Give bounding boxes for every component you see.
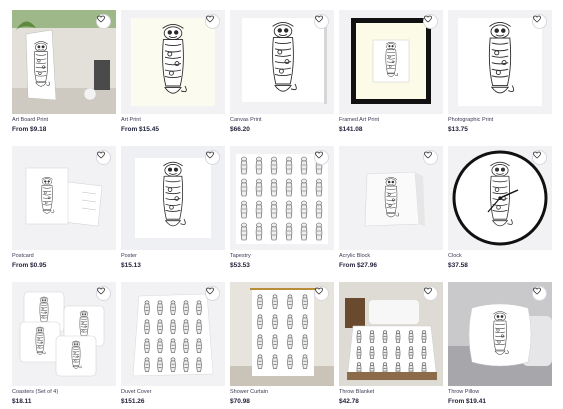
product-thumbnail[interactable]	[12, 10, 116, 114]
product-card-tapestry[interactable]: Tapestry $53.53	[230, 146, 334, 276]
product-card-duvet-cover[interactable]: Duvet Cover $151.26	[121, 282, 225, 409]
product-name[interactable]: Framed Art Print	[339, 117, 379, 123]
product-thumbnail[interactable]	[339, 10, 443, 114]
product-card-shower-curtain[interactable]: Shower Curtain $70.98	[230, 282, 334, 409]
product-name[interactable]: Coasters (Set of 4)	[12, 389, 58, 395]
product-price: $18.11	[12, 398, 32, 405]
product-price: $37.58	[448, 262, 468, 269]
favorite-heart-icon[interactable]	[314, 286, 329, 301]
product-price: $151.26	[121, 398, 145, 405]
product-price: From $27.96	[339, 262, 377, 269]
product-thumbnail[interactable]	[448, 146, 552, 250]
favorite-heart-icon[interactable]	[314, 14, 329, 29]
product-name[interactable]: Shower Curtain	[230, 389, 268, 395]
favorite-heart-icon[interactable]	[96, 150, 111, 165]
product-card-photographic-print[interactable]: Photographic Print $13.75	[448, 10, 552, 140]
product-thumbnail[interactable]	[230, 146, 334, 250]
product-price: $13.75	[448, 126, 468, 133]
product-price: From $9.18	[12, 126, 47, 133]
product-card-throw-pillow[interactable]: Throw Pillow From $19.41	[448, 282, 552, 409]
product-price: $70.98	[230, 398, 250, 405]
favorite-heart-icon[interactable]	[532, 14, 547, 29]
product-card-postcard[interactable]: Postcard From $0.95	[12, 146, 116, 276]
product-name[interactable]: Duvet Cover	[121, 389, 152, 395]
product-card-throw-blanket[interactable]: Throw Blanket $42.78	[339, 282, 443, 409]
product-thumbnail[interactable]	[12, 282, 116, 386]
product-card-canvas-print[interactable]: Canvas Print $66.20	[230, 10, 334, 140]
product-name[interactable]: Canvas Print	[230, 117, 262, 123]
favorite-heart-icon[interactable]	[423, 286, 438, 301]
favorite-heart-icon[interactable]	[96, 286, 111, 301]
favorite-heart-icon[interactable]	[423, 150, 438, 165]
product-price: $141.08	[339, 126, 363, 133]
product-name[interactable]: Acrylic Block	[339, 253, 370, 259]
product-price: $15.13	[121, 262, 141, 269]
product-card-art-board-print[interactable]: Art Board Print From $9.18	[12, 10, 116, 140]
product-thumbnail[interactable]	[339, 146, 443, 250]
product-name[interactable]: Throw Pillow	[448, 389, 479, 395]
product-price: $42.78	[339, 398, 359, 405]
favorite-heart-icon[interactable]	[314, 150, 329, 165]
product-thumbnail[interactable]	[121, 146, 225, 250]
product-thumbnail[interactable]	[121, 282, 225, 386]
product-price: From $0.95	[12, 262, 47, 269]
product-name[interactable]: Throw Blanket	[339, 389, 374, 395]
product-card-framed-art-print[interactable]: Framed Art Print $141.08	[339, 10, 443, 140]
product-price: $53.53	[230, 262, 250, 269]
product-thumbnail[interactable]	[448, 10, 552, 114]
product-thumbnail[interactable]	[448, 282, 552, 386]
product-name[interactable]: Art Print	[121, 117, 141, 123]
product-card-art-print[interactable]: Art Print From $15.45	[121, 10, 225, 140]
favorite-heart-icon[interactable]	[532, 150, 547, 165]
product-card-poster[interactable]: Poster $15.13	[121, 146, 225, 276]
favorite-heart-icon[interactable]	[96, 14, 111, 29]
product-card-acrylic-block[interactable]: Acrylic Block From $27.96	[339, 146, 443, 276]
product-name[interactable]: Tapestry	[230, 253, 251, 259]
product-thumbnail[interactable]	[230, 282, 334, 386]
product-card-clock[interactable]: Clock $37.58	[448, 146, 552, 276]
product-price: $66.20	[230, 126, 250, 133]
product-card-coasters[interactable]: Coasters (Set of 4) $18.11	[12, 282, 116, 409]
product-thumbnail[interactable]	[121, 10, 225, 114]
product-thumbnail[interactable]	[339, 282, 443, 386]
product-name[interactable]: Art Board Print	[12, 117, 48, 123]
favorite-heart-icon[interactable]	[205, 286, 220, 301]
product-name[interactable]: Poster	[121, 253, 137, 259]
product-name[interactable]: Clock	[448, 253, 462, 259]
product-price: From $19.41	[448, 398, 486, 405]
product-price: From $15.45	[121, 126, 159, 133]
product-grid: Art Board Print From $9.18 Art Print Fro…	[0, 0, 563, 409]
product-thumbnail[interactable]	[230, 10, 334, 114]
product-thumbnail[interactable]	[12, 146, 116, 250]
favorite-heart-icon[interactable]	[205, 14, 220, 29]
product-name[interactable]: Photographic Print	[448, 117, 493, 123]
favorite-heart-icon[interactable]	[532, 286, 547, 301]
product-name[interactable]: Postcard	[12, 253, 34, 259]
favorite-heart-icon[interactable]	[423, 14, 438, 29]
favorite-heart-icon[interactable]	[205, 150, 220, 165]
